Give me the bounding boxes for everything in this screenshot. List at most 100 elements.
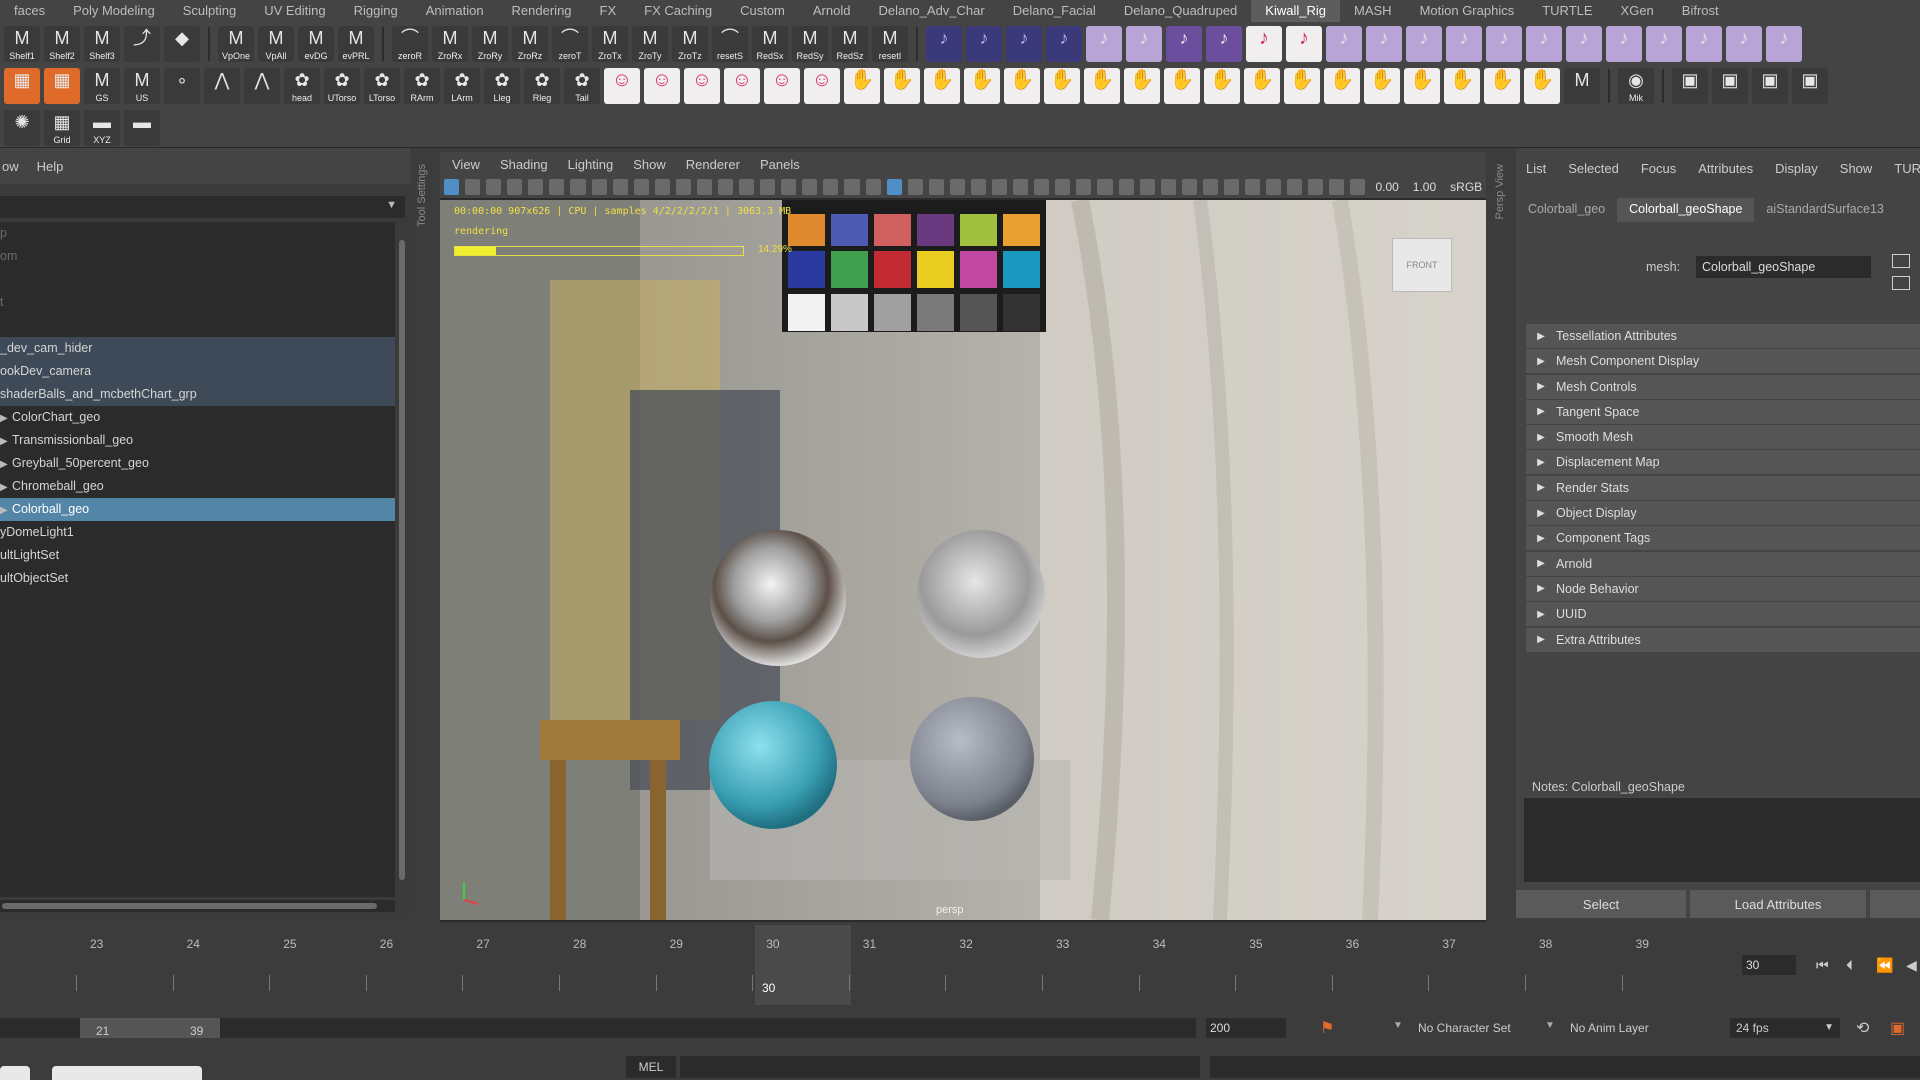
pose-button[interactable]: ✋ bbox=[1084, 68, 1120, 104]
render-view[interactable]: 00:00:00 907x626 | CPU | samples 4/2/2/2… bbox=[440, 200, 1486, 920]
viewport-tool-icon[interactable] bbox=[633, 179, 649, 195]
shelf-button[interactable]: M US bbox=[124, 68, 160, 104]
ae-menu-focus[interactable]: Focus bbox=[1641, 161, 1676, 176]
rig-control-button[interactable]: ♪ bbox=[1726, 26, 1762, 62]
pose-button[interactable]: ☺ bbox=[804, 68, 840, 104]
shelf-button[interactable]: M ZroRx bbox=[432, 26, 468, 62]
rig-control-button[interactable]: ♪ bbox=[1326, 26, 1362, 62]
ae-section[interactable]: ▶ Extra Attributes bbox=[1526, 627, 1920, 652]
pose-button[interactable]: ✋ bbox=[1284, 68, 1320, 104]
shelf-button[interactable]: ✿ RArm bbox=[404, 68, 440, 104]
pose-button[interactable]: ☺ bbox=[644, 68, 680, 104]
rig-control-button[interactable]: ♪ bbox=[1566, 26, 1602, 62]
pose-button[interactable]: ✋ bbox=[964, 68, 1000, 104]
grid-button[interactable]: ▦ Grid bbox=[44, 110, 80, 146]
shelf-tab[interactable]: XGen bbox=[1607, 0, 1668, 22]
shelf-button[interactable]: ✿ Tail bbox=[564, 68, 600, 104]
outliner-row[interactable]: ookDev_camera bbox=[0, 360, 395, 383]
outliner-row[interactable]: ultLightSet bbox=[0, 544, 395, 567]
viewport-tool-icon[interactable] bbox=[802, 179, 818, 195]
outliner-menu-display[interactable]: ow bbox=[2, 159, 19, 174]
ae-section[interactable]: ▶ UUID bbox=[1526, 602, 1920, 627]
ae-section[interactable]: ▶ Object Display bbox=[1526, 501, 1920, 526]
pose-button[interactable]: ✋ bbox=[1164, 68, 1200, 104]
viewport-tool-icon[interactable] bbox=[612, 179, 628, 195]
ae-section[interactable]: ▶ Tessellation Attributes bbox=[1526, 324, 1920, 348]
tab-aistandardsurface[interactable]: aiStandardSurface13 bbox=[1754, 198, 1895, 222]
pose-button[interactable]: ✋ bbox=[1524, 68, 1560, 104]
ae-section[interactable]: ▶ Mesh Component Display bbox=[1526, 349, 1920, 374]
pose-button[interactable]: ☺ bbox=[764, 68, 800, 104]
orange-tool-button[interactable]: ▦ bbox=[44, 68, 80, 104]
rig-control-button[interactable]: ♪ bbox=[1206, 26, 1242, 62]
viewport-tool-icon[interactable] bbox=[760, 179, 776, 195]
outliner-scrollbar[interactable] bbox=[396, 222, 408, 897]
viewport-tool-icon[interactable] bbox=[1097, 179, 1113, 195]
pose-button[interactable]: ✋ bbox=[1244, 68, 1280, 104]
outliner-row[interactable]: ▶ ColorChart_geo bbox=[0, 406, 395, 429]
viewport-tool-icon[interactable] bbox=[1287, 179, 1303, 195]
ae-section[interactable]: ▶ Render Stats bbox=[1526, 475, 1920, 500]
rig-control-button[interactable]: ♪ bbox=[1526, 26, 1562, 62]
rig-control-button[interactable]: ♪ bbox=[1646, 26, 1682, 62]
viewport-tool-icon[interactable] bbox=[1055, 179, 1071, 195]
outliner-row[interactable]: p bbox=[0, 222, 395, 245]
rig-control-button[interactable]: ♪ bbox=[1446, 26, 1482, 62]
expand-arrow-icon[interactable]: ▶ bbox=[0, 430, 12, 453]
viewport-tool-icon[interactable] bbox=[1181, 179, 1197, 195]
shelf-tab[interactable]: Sculpting bbox=[169, 0, 250, 22]
fps-dropdown[interactable]: 24 fps ▼ bbox=[1730, 1018, 1840, 1038]
camera-button[interactable]: ▬ bbox=[124, 110, 160, 146]
pose-button[interactable]: ✋ bbox=[884, 68, 920, 104]
shelf-button[interactable]: ✿ head bbox=[284, 68, 320, 104]
shelf-button[interactable]: ✿ LTorso bbox=[364, 68, 400, 104]
rig-control-button[interactable]: ♪ bbox=[1006, 26, 1042, 62]
viewport-tool-icon[interactable] bbox=[591, 179, 607, 195]
viewport-tool-icon[interactable] bbox=[907, 179, 923, 195]
viewport-tool-icon[interactable] bbox=[1160, 179, 1176, 195]
current-frame-field[interactable]: 30 bbox=[1742, 955, 1796, 975]
rig-control-button[interactable]: ♪ bbox=[1166, 26, 1202, 62]
viewport-tool-icon[interactable] bbox=[1202, 179, 1218, 195]
auto-key-icon[interactable]: ⚑ bbox=[1320, 1018, 1334, 1038]
shelf-button[interactable]: ⌒ zeroT bbox=[552, 26, 588, 62]
viewport-tool-icon[interactable] bbox=[844, 179, 860, 195]
shelf-button[interactable]: M ZroTz bbox=[672, 26, 708, 62]
viewport-tool-icon[interactable] bbox=[1223, 179, 1239, 195]
shelf-tab[interactable]: Arnold bbox=[799, 0, 865, 22]
outliner-row[interactable]: ▶ Colorball_geo bbox=[0, 498, 395, 521]
copy-tab-button[interactable] bbox=[1870, 890, 1920, 918]
viewcube[interactable]: FRONT bbox=[1392, 238, 1452, 292]
load-attributes-button[interactable]: Load Attributes bbox=[1690, 890, 1866, 918]
loop-icon[interactable]: ⟲ bbox=[1856, 1018, 1869, 1038]
chevron-down-icon[interactable]: ▼ bbox=[386, 199, 397, 211]
rig-control-button[interactable]: ♪ bbox=[1606, 26, 1642, 62]
shelf-button[interactable]: M RedSy bbox=[792, 26, 828, 62]
ik-tool-button[interactable]: ⋀ bbox=[204, 68, 240, 104]
outliner-row[interactable]: _dev_cam_hider bbox=[0, 337, 395, 360]
shelf-button[interactable]: ⌒ resetS bbox=[712, 26, 748, 62]
shelf-button[interactable]: ✿ LArm bbox=[444, 68, 480, 104]
shelf-tab[interactable]: Delano_Quadruped bbox=[1110, 0, 1251, 22]
vp-menu-shading[interactable]: Shading bbox=[500, 157, 548, 172]
ae-section[interactable]: ▶ Node Behavior bbox=[1526, 576, 1920, 601]
viewport-tool-icon[interactable] bbox=[970, 179, 987, 195]
outliner-row[interactable]: t bbox=[0, 291, 395, 314]
outliner-row[interactable]: ▶ Greyball_50percent_geo bbox=[0, 452, 395, 475]
hscrollbar-thumb[interactable] bbox=[2, 903, 377, 909]
rig-control-button[interactable]: ♪ bbox=[966, 26, 1002, 62]
shelf-tab[interactable]: FX Caching bbox=[630, 0, 726, 22]
ae-menu-display[interactable]: Display bbox=[1775, 161, 1818, 176]
shelf-button[interactable]: M RedSx bbox=[752, 26, 788, 62]
rig-control-button[interactable]: ♪ bbox=[1286, 26, 1322, 62]
viewport-tool-icon[interactable] bbox=[928, 179, 944, 195]
render-button[interactable]: ▣ bbox=[1712, 68, 1748, 104]
render-button[interactable]: ▣ bbox=[1792, 68, 1828, 104]
shelf-button[interactable]: M VpOne bbox=[218, 26, 254, 62]
shelf-tab[interactable]: Custom bbox=[726, 0, 799, 22]
orange-tool-button[interactable]: ▦ bbox=[4, 68, 40, 104]
pose-button[interactable]: ☺ bbox=[604, 68, 640, 104]
outliner-row[interactable] bbox=[0, 268, 395, 291]
exposure-field[interactable]: 0.00 bbox=[1371, 180, 1402, 194]
shelf-tab[interactable]: Rigging bbox=[340, 0, 412, 22]
